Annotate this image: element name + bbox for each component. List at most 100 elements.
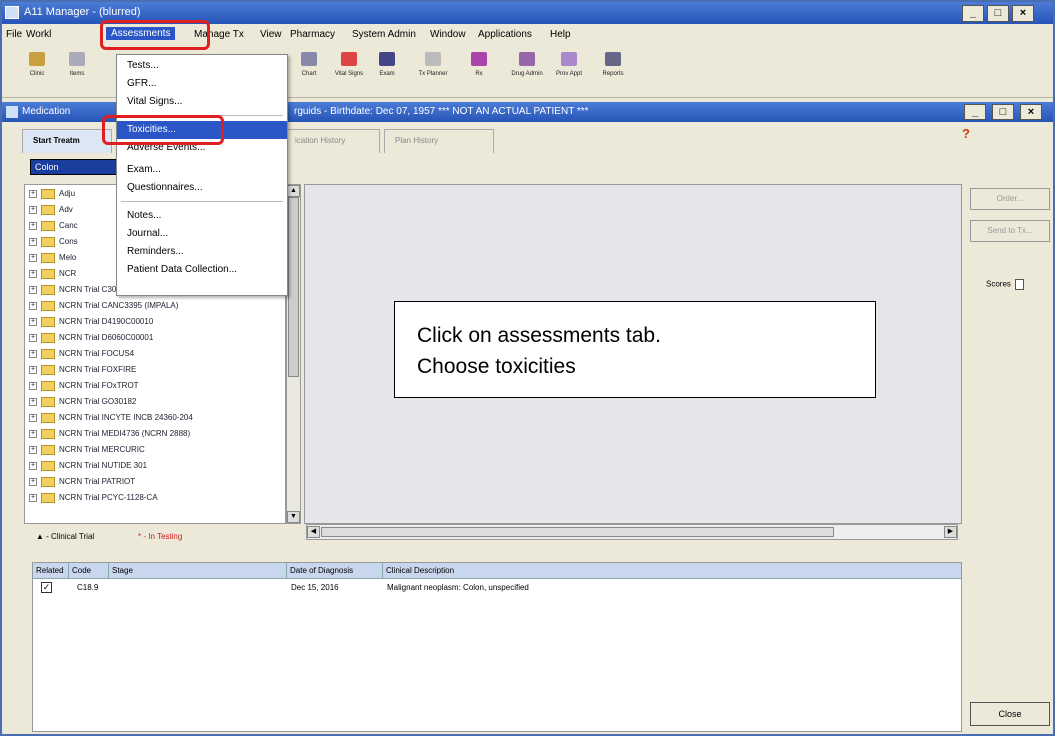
menu-item-patient-data-collection[interactable]: Patient Data Collection... (117, 261, 287, 279)
child-close-button[interactable]: × (1020, 104, 1042, 120)
scroll-right-icon[interactable]: ▶ (944, 526, 957, 538)
expand-icon[interactable]: + (29, 238, 37, 246)
order-button[interactable]: Order... (970, 188, 1050, 210)
tree-node[interactable]: + NCRN Trial FOxTROT (29, 381, 139, 395)
tab-plan-history[interactable]: Plan History (384, 129, 494, 153)
expand-icon[interactable]: + (29, 494, 37, 502)
expand-icon[interactable]: + (29, 286, 37, 294)
send-to-tx-button[interactable]: Send to Tx... (970, 220, 1050, 242)
menu-item-tests[interactable]: Tests... (117, 57, 287, 75)
menu-window[interactable]: Window (430, 29, 466, 40)
expand-icon[interactable]: + (29, 446, 37, 454)
toolbar-vital-signs-button[interactable]: Vital Signs (328, 52, 370, 77)
graph-scroll-thumb[interactable] (321, 527, 834, 537)
toolbar-reports-button[interactable]: Reports (592, 52, 634, 77)
col-date-of-diagnosis[interactable]: Date of Diagnosis (287, 563, 383, 579)
tree-node[interactable]: + NCRN Trial INCYTE INCB 24360-204 (29, 413, 193, 427)
expand-icon[interactable]: + (29, 366, 37, 374)
expand-icon[interactable]: + (29, 222, 37, 230)
child-minimize-button[interactable]: _ (964, 104, 986, 120)
col-stage[interactable]: Stage (109, 563, 287, 579)
menu-item-questionnaires[interactable]: Questionnaires... (117, 179, 287, 197)
expand-icon[interactable]: + (29, 302, 37, 310)
menu-item-notes[interactable]: Notes... (117, 207, 287, 225)
tree-node[interactable]: + NCRN Trial CANC3395 (IMPALA) (29, 301, 178, 315)
menu-item-exam[interactable]: Exam... (117, 161, 287, 179)
toolbar-rx-button[interactable]: Rx (458, 52, 500, 77)
toolbar-tx-planner-button[interactable]: Tx Planner (412, 52, 454, 77)
col-code[interactable]: Code (69, 563, 109, 579)
scroll-left-icon[interactable]: ◀ (307, 526, 320, 538)
folder-icon (41, 189, 55, 199)
expand-icon[interactable]: + (29, 254, 37, 262)
tree-node[interactable]: + Melo (29, 253, 76, 267)
tree-node[interactable]: + Canc (29, 221, 78, 235)
expand-icon[interactable]: + (29, 190, 37, 198)
tree-scroll-thumb[interactable] (288, 197, 299, 377)
tree-scrollbar[interactable]: ▲ ▼ (286, 184, 301, 524)
scroll-up-icon[interactable]: ▲ (287, 185, 300, 197)
expand-icon[interactable]: + (29, 382, 37, 390)
toolbar-clinic-button[interactable]: Clinic (16, 52, 58, 77)
graph-hscrollbar[interactable]: ◀ ▶ (306, 524, 958, 540)
menu-item-journal[interactable]: Journal... (117, 225, 287, 243)
tab-medication-history[interactable]: ication History (284, 129, 380, 153)
tree-node[interactable]: + NCRN Trial NUTIDE 301 (29, 461, 147, 475)
tree-node[interactable]: + Adv (29, 205, 73, 219)
minimize-button[interactable]: _ (962, 5, 984, 22)
expand-icon[interactable]: + (29, 270, 37, 278)
tree-node[interactable]: + NCRN Trial FOXFIRE (29, 365, 136, 379)
tree-node[interactable]: + NCRN Trial D6060C00001 (29, 333, 153, 347)
menu-item-gfr[interactable]: GFR... (117, 75, 287, 93)
folder-icon (41, 269, 55, 279)
expand-icon[interactable]: + (29, 414, 37, 422)
menu-workl[interactable]: Workl (26, 29, 51, 40)
toolbar-drug-admin-button[interactable]: Drug Admin (506, 52, 548, 77)
expand-icon[interactable]: + (29, 206, 37, 214)
callout-line-2: Choose toxicities (417, 355, 576, 378)
tree-node[interactable]: + NCR (29, 269, 76, 283)
tree-node[interactable]: + NCRN Trial GO30182 (29, 397, 136, 411)
toolbar-chart-button[interactable]: Chart (288, 52, 330, 77)
expand-icon[interactable]: + (29, 334, 37, 342)
menu-file[interactable]: File (6, 29, 22, 40)
table-row[interactable]: ✓ C18.9 Dec 15, 2016 Malignant neoplasm:… (33, 581, 961, 595)
menu-item-reminders[interactable]: Reminders... (117, 243, 287, 261)
tree-node[interactable]: + NCRN Trial PATRIOT (29, 477, 135, 491)
help-icon[interactable]: ? (962, 126, 976, 144)
expand-icon[interactable]: + (29, 350, 37, 358)
expand-icon[interactable]: + (29, 398, 37, 406)
menu-applications[interactable]: Applications (478, 29, 532, 40)
maximize-button[interactable]: □ (987, 5, 1009, 22)
related-checkbox[interactable]: ✓ (41, 582, 52, 593)
menu-pharmacy[interactable]: Pharmacy (290, 29, 335, 40)
menu-view[interactable]: View (260, 29, 282, 40)
menu-item-vital-signs[interactable]: Vital Signs... (117, 93, 287, 111)
menu-help[interactable]: Help (550, 29, 571, 40)
expand-icon[interactable]: + (29, 318, 37, 326)
expand-icon[interactable]: + (29, 462, 37, 470)
scores-toggle[interactable]: Scores (986, 279, 1024, 290)
tree-node[interactable]: + Adju (29, 189, 75, 203)
expand-icon[interactable]: + (29, 478, 37, 486)
col-clinical-description[interactable]: Clinical Description (383, 563, 961, 579)
toolbar-prov-appt-button[interactable]: Prov Appt (548, 52, 590, 77)
tree-node[interactable]: + NCRN Trial PCYC-1128-CA (29, 493, 158, 507)
tree-node[interactable]: + Cons (29, 237, 78, 251)
tree-node[interactable]: + NCRN Trial FOCUS4 (29, 349, 134, 363)
child-maximize-button[interactable]: □ (992, 104, 1014, 120)
scroll-down-icon[interactable]: ▼ (287, 511, 300, 523)
close-window-button[interactable]: × (1012, 5, 1034, 22)
toolbar-exam-button[interactable]: Exam (366, 52, 408, 77)
toolbar-items-button[interactable]: Items (56, 52, 98, 77)
expand-icon[interactable]: + (29, 430, 37, 438)
menu-system-admin[interactable]: System Admin (352, 29, 416, 40)
tree-node[interactable]: + NCRN Trial D4190C00010 (29, 317, 153, 331)
tab-start-treatment[interactable]: Start Treatm (22, 129, 112, 153)
close-button[interactable]: Close (970, 702, 1050, 726)
tree-node[interactable]: + NCRN Trial MERCURIC (29, 445, 145, 459)
col-related[interactable]: Related (33, 563, 69, 579)
tree-node[interactable]: + NCRN Trial C30000 (29, 285, 130, 299)
tree-node[interactable]: + NCRN Trial MEDI4736 (NCRN 2888) (29, 429, 190, 443)
rx-icon (471, 52, 487, 66)
